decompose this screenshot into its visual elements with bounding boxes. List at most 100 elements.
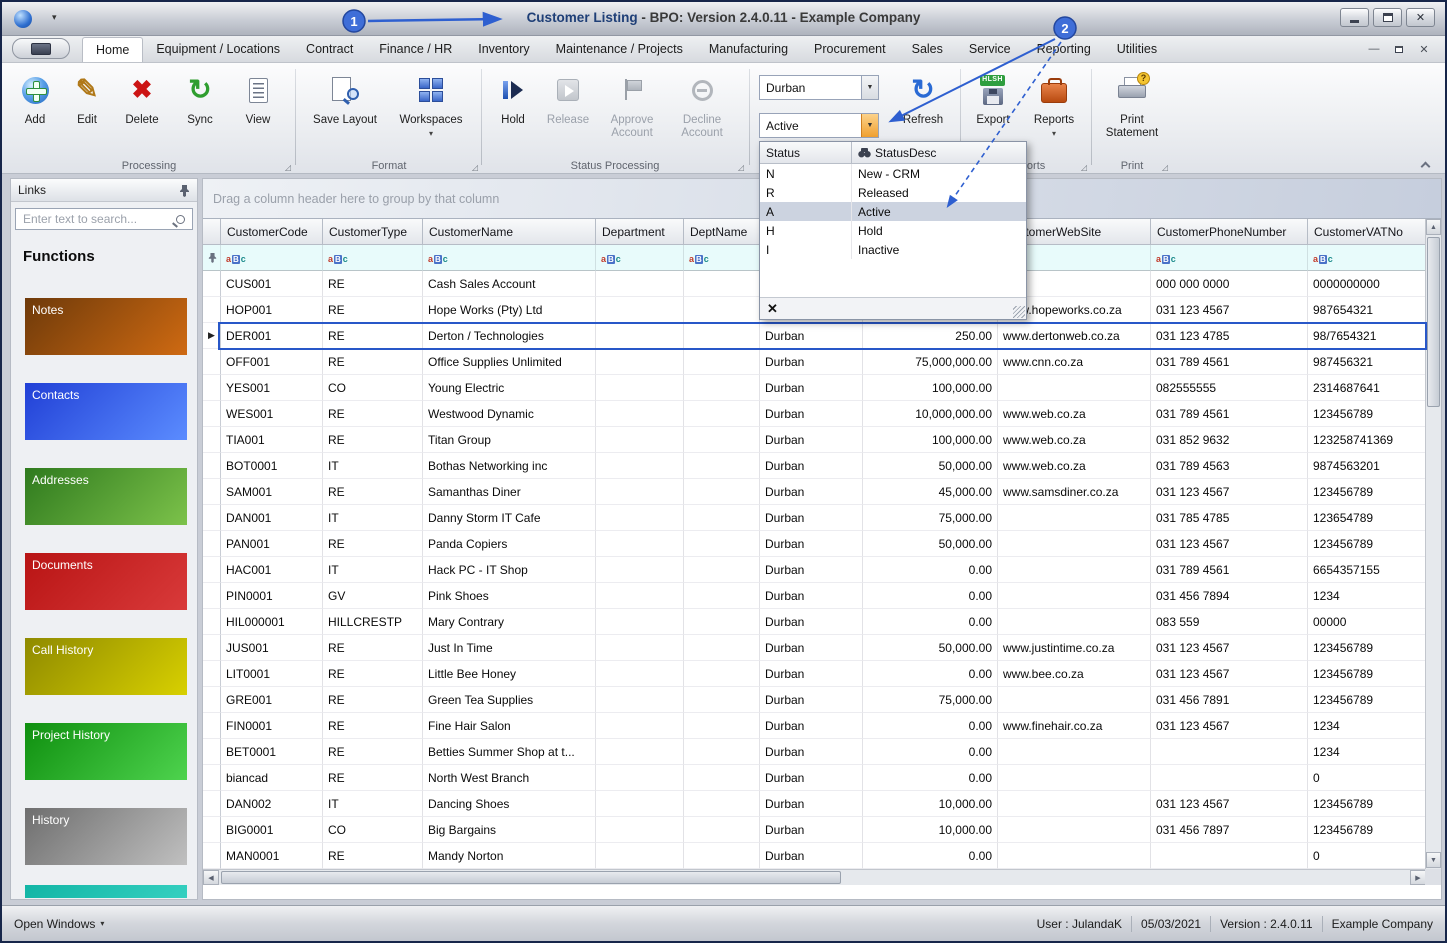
branch-combo[interactable]: Durban ▼ [759, 75, 879, 100]
table-row[interactable]: BIG0001 CO Big Bargains Durban 10,000.00 031 … [203, 817, 1426, 843]
grid-cell[interactable]: 031 123 4567 [1151, 479, 1308, 505]
hold-button[interactable]: Hold [489, 67, 537, 127]
tab-procurement[interactable]: Procurement [801, 37, 899, 62]
grid-cell[interactable] [596, 479, 684, 505]
grid-cell[interactable]: 123456789 [1308, 479, 1426, 505]
grid-cell[interactable]: GRE001 [221, 687, 323, 713]
dialog-launcher-icon[interactable]: ◿ [472, 163, 478, 172]
grid-cell[interactable] [684, 791, 760, 817]
grid-cell[interactable] [998, 687, 1151, 713]
function-contacts[interactable]: Contacts [25, 383, 187, 440]
grid-cell[interactable]: 031 456 7897 [1151, 817, 1308, 843]
grid-cell[interactable]: 10,000,000.00 [863, 401, 998, 427]
filter-cell[interactable]: aBc [1151, 245, 1308, 271]
table-row[interactable]: OFF001 RE Office Supplies Unlimited Durban 7… [203, 349, 1426, 375]
filter-cell[interactable]: aBc [1308, 245, 1426, 271]
grid-cell[interactable]: 0 [1308, 765, 1426, 791]
grid-cell[interactable]: BOT0001 [221, 453, 323, 479]
edit-button[interactable]: ✎ Edit [62, 67, 112, 127]
vertical-scrollbar[interactable]: ▲ ▼ [1425, 219, 1441, 869]
grid-cell[interactable] [684, 479, 760, 505]
filter-cell[interactable]: aBc [423, 245, 596, 271]
filter-cell[interactable]: aBc [323, 245, 423, 271]
grid-cell[interactable]: OFF001 [221, 349, 323, 375]
grid-cell[interactable] [684, 375, 760, 401]
grid-cell[interactable]: HAC001 [221, 557, 323, 583]
horizontal-scroll-thumb[interactable] [221, 871, 841, 884]
grid-cell[interactable]: RE [323, 713, 423, 739]
tab-contract[interactable]: Contract [293, 37, 366, 62]
grid-cell[interactable] [684, 505, 760, 531]
grid-cell[interactable]: 1234 [1308, 739, 1426, 765]
grid-cell[interactable] [596, 843, 684, 869]
grid-cell[interactable]: PAN001 [221, 531, 323, 557]
grid-cell[interactable]: 45,000.00 [863, 479, 998, 505]
grid-cell[interactable]: Panda Copiers [423, 531, 596, 557]
grid-cell[interactable]: 031 789 4563 [1151, 453, 1308, 479]
status-dropdown-column-statusdesc[interactable]: StatusDesc [852, 142, 1026, 163]
grid-cell[interactable]: BET0001 [221, 739, 323, 765]
grid-cell[interactable]: 031 123 4567 [1151, 713, 1308, 739]
table-row[interactable]: SAM001 RE Samanthas Diner Durban 45,000.00 ww… [203, 479, 1426, 505]
chevron-down-icon[interactable]: ▼ [861, 114, 878, 137]
grid-cell[interactable] [684, 635, 760, 661]
grid-cell[interactable] [998, 765, 1151, 791]
grid-cell[interactable]: Durban [760, 401, 863, 427]
grid-cell[interactable]: Office Supplies Unlimited [423, 349, 596, 375]
grid-cell[interactable] [596, 609, 684, 635]
grid-cell[interactable]: 031 123 4567 [1151, 531, 1308, 557]
grid-cell[interactable]: CO [323, 375, 423, 401]
grid-cell[interactable] [596, 557, 684, 583]
dialog-launcher-icon[interactable]: ◿ [1162, 163, 1168, 172]
grid-cell[interactable]: 031 123 4567 [1151, 791, 1308, 817]
grid-cell[interactable]: YES001 [221, 375, 323, 401]
grid-cell[interactable]: Danny Storm IT Cafe [423, 505, 596, 531]
grid-cell[interactable] [596, 583, 684, 609]
grid-cell[interactable]: 50,000.00 [863, 531, 998, 557]
grid-cell[interactable] [596, 635, 684, 661]
grid-cell[interactable] [684, 349, 760, 375]
delete-button[interactable]: ✖ Delete [114, 67, 170, 127]
grid-cell[interactable] [998, 791, 1151, 817]
grid-cell[interactable]: RE [323, 687, 423, 713]
grid-cell[interactable]: Durban [760, 531, 863, 557]
chevron-down-icon[interactable]: ▼ [861, 76, 878, 99]
grid-cell[interactable]: North West Branch [423, 765, 596, 791]
grid-cell[interactable] [684, 609, 760, 635]
dialog-launcher-icon[interactable]: ◿ [285, 163, 291, 172]
grid-cell[interactable]: Little Bee Honey [423, 661, 596, 687]
grid-cell[interactable] [684, 713, 760, 739]
column-header-Department[interactable]: Department [596, 219, 684, 245]
grid-cell[interactable]: 123654789 [1308, 505, 1426, 531]
grid-cell[interactable]: 0.00 [863, 661, 998, 687]
grid-cell[interactable]: Durban [760, 843, 863, 869]
grid-cell[interactable]: RE [323, 739, 423, 765]
grid-cell[interactable]: 031 123 4567 [1151, 297, 1308, 323]
search-box[interactable] [15, 208, 193, 230]
grid-cell[interactable]: www.bee.co.za [998, 661, 1151, 687]
grid-cell[interactable]: Pink Shoes [423, 583, 596, 609]
table-row[interactable]: BOT0001 IT Bothas Networking inc Durban 50,0… [203, 453, 1426, 479]
grid-cell[interactable]: 031 456 7894 [1151, 583, 1308, 609]
grid-cell[interactable]: IT [323, 557, 423, 583]
scroll-down-icon[interactable]: ▼ [1426, 852, 1441, 868]
grid-cell[interactable]: 0.00 [863, 557, 998, 583]
grid-cell[interactable] [1151, 843, 1308, 869]
scroll-up-icon[interactable]: ▲ [1426, 219, 1441, 235]
grid-cell[interactable] [596, 323, 684, 349]
grid-cell[interactable]: DAN001 [221, 505, 323, 531]
function-project-history[interactable]: Project History [25, 723, 187, 780]
approve-account-button[interactable]: Approve Account [599, 67, 665, 140]
grid-cell[interactable] [684, 531, 760, 557]
grid-cell[interactable]: www.samsdiner.co.za [998, 479, 1151, 505]
column-header-CustomerVATNo[interactable]: CustomerVATNo [1308, 219, 1426, 245]
function-partial[interactable] [25, 885, 187, 898]
grid-cell[interactable]: IT [323, 505, 423, 531]
grid-cell[interactable]: 031 123 4567 [1151, 661, 1308, 687]
refresh-button[interactable]: ↻ Refresh [892, 67, 954, 127]
table-row[interactable]: PIN0001 GV Pink Shoes Durban 0.00 031 456 789… [203, 583, 1426, 609]
grid-cell[interactable]: GV [323, 583, 423, 609]
close-button[interactable]: ✕ [1406, 8, 1435, 27]
filter-cell[interactable]: aBc [684, 245, 760, 271]
column-header-CustomerPhoneNumber[interactable]: CustomerPhoneNumber [1151, 219, 1308, 245]
